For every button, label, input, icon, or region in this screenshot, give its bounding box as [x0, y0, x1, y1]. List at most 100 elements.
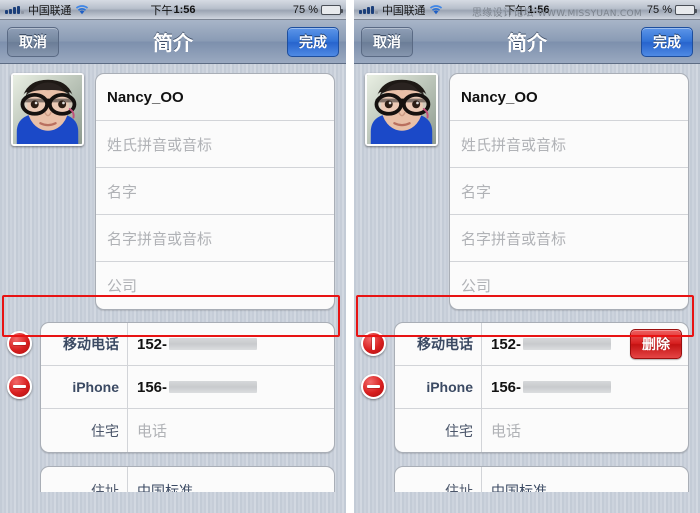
phone-value-home[interactable]: 电话 [128, 420, 334, 441]
field-row-company[interactable]: 公司 [96, 262, 334, 309]
clock-time: 1:56 [173, 3, 196, 16]
phone-number-mobile: 152- [137, 335, 168, 353]
last-name-phonetic-placeholder: 姓氏拼音或音标 [461, 136, 567, 154]
field-row-last-name-phonetic[interactable]: 姓氏拼音或音标 [96, 121, 334, 168]
panel-divider [346, 0, 354, 513]
redaction-bar [169, 338, 258, 350]
battery-percent-label: 75 % [292, 3, 318, 16]
phone-fields-section: 移动电话 152- 删除 iPhone 156- 住宅 电话 住址 中国标准 [354, 322, 700, 492]
delete-confirm-button[interactable]: 删除 [630, 329, 682, 359]
phone-number-iphone: 156- [491, 378, 522, 396]
phone-row-iphone[interactable]: iPhone 156- [395, 366, 688, 409]
address-fields-card: 住址 中国标准 [394, 466, 689, 492]
phone-value-mobile[interactable]: 152- [482, 336, 630, 353]
name-fields-card: Nancy_OO 姓氏拼音或音标 名字 名字拼音或音标 公司 [449, 73, 689, 310]
minus-icon [367, 385, 380, 388]
phone-fields-card: 移动电话 152- 删除 iPhone 156- 住宅 电话 [394, 322, 689, 453]
given-name-placeholder: 名字 [107, 183, 138, 201]
status-bar-right: 75 % [292, 3, 343, 16]
left-phone-screen: 中国联通 下午 1:56 75 % 取消 简介 完成 Nancy_OO 姓氏拼音… [0, 0, 346, 513]
redaction-bar [523, 338, 612, 350]
battery-percent-label: 75 % [646, 3, 672, 16]
phone-label-iphone[interactable]: iPhone [395, 366, 482, 408]
contact-edit-content: Nancy_OO 姓氏拼音或音标 名字 名字拼音或音标 公司 移动电话 152-… [354, 64, 700, 512]
delete-handle-iphone[interactable] [361, 374, 386, 399]
phone-value-home[interactable]: 电话 [482, 420, 688, 441]
status-bar-right: 75 % [646, 3, 697, 16]
contact-photo[interactable] [365, 73, 438, 146]
given-name-placeholder: 名字 [461, 183, 492, 201]
phone-label-home[interactable]: 住宅 [395, 409, 482, 452]
first-name-value: Nancy_OO [461, 88, 538, 106]
phone-label-mobile[interactable]: 移动电话 [41, 323, 128, 365]
field-row-first-name[interactable]: Nancy_OO [96, 74, 334, 121]
wifi-icon [75, 4, 89, 15]
phone-number-iphone: 156- [137, 378, 168, 396]
minus-rotated-icon [372, 337, 375, 350]
phone-fields-section: 移动电话 152- iPhone 156- 住宅 电话 住址 中国标准 [0, 322, 346, 492]
cancel-button[interactable]: 取消 [361, 26, 413, 57]
given-name-phonetic-placeholder: 名字拼音或音标 [107, 230, 213, 248]
signal-bars-icon [359, 5, 378, 14]
last-name-phonetic-placeholder: 姓氏拼音或音标 [107, 136, 213, 154]
field-row-first-name[interactable]: Nancy_OO [450, 74, 688, 121]
signal-bars-icon [5, 5, 24, 14]
field-row-given-name[interactable]: 名字 [450, 168, 688, 215]
carrier-label: 中国联通 [28, 4, 72, 17]
done-button[interactable]: 完成 [287, 26, 339, 57]
phone-value-iphone[interactable]: 156- [482, 379, 688, 396]
address-label[interactable]: 住址 [395, 467, 482, 492]
phone-row-iphone[interactable]: iPhone 156- [41, 366, 334, 409]
contact-header-block: Nancy_OO 姓氏拼音或音标 名字 名字拼音或音标 公司 [354, 73, 700, 310]
cancel-button[interactable]: 取消 [7, 26, 59, 57]
wifi-icon [429, 4, 443, 15]
field-row-given-name[interactable]: 名字 [96, 168, 334, 215]
phone-placeholder-home: 电话 [137, 423, 168, 440]
phone-number-mobile: 152- [491, 335, 522, 353]
navigation-bar: 取消 简介 完成 [0, 20, 346, 64]
phone-label-mobile[interactable]: 移动电话 [395, 323, 482, 365]
phone-value-mobile[interactable]: 152- [128, 336, 334, 353]
carrier-label: 中国联通 [382, 4, 426, 17]
first-name-value: Nancy_OO [107, 88, 184, 106]
field-row-given-name-phonetic[interactable]: 名字拼音或音标 [96, 215, 334, 262]
field-row-given-name-phonetic[interactable]: 名字拼音或音标 [450, 215, 688, 262]
phone-fields-card: 移动电话 152- iPhone 156- 住宅 电话 [40, 322, 335, 453]
phone-label-home[interactable]: 住宅 [41, 409, 128, 452]
phone-value-iphone[interactable]: 156- [128, 379, 334, 396]
name-fields-card: Nancy_OO 姓氏拼音或音标 名字 名字拼音或音标 公司 [95, 73, 335, 310]
address-label[interactable]: 住址 [41, 467, 128, 492]
clock-ampm: 下午 [504, 4, 527, 17]
phone-label-iphone[interactable]: iPhone [41, 366, 128, 408]
navigation-bar: 取消 简介 完成 [354, 20, 700, 64]
status-bar-left: 中国联通 [5, 2, 89, 18]
field-row-company[interactable]: 公司 [450, 262, 688, 309]
redaction-bar [523, 381, 612, 393]
given-name-phonetic-placeholder: 名字拼音或音标 [461, 230, 567, 248]
phone-row-home[interactable]: 住宅 电话 [395, 409, 688, 452]
redaction-bar [169, 381, 258, 393]
clock-time: 1:56 [527, 3, 550, 16]
phone-row-mobile[interactable]: 移动电话 152- [41, 323, 334, 366]
phone-row-home[interactable]: 住宅 电话 [41, 409, 334, 452]
status-bar-left: 中国联通 [359, 2, 443, 18]
status-bar: 中国联通 下午 1:56 75 % [354, 0, 700, 20]
address-value[interactable]: 中国标准 [128, 467, 334, 492]
company-placeholder: 公司 [461, 278, 492, 295]
address-value[interactable]: 中国标准 [482, 467, 688, 492]
minus-icon [13, 342, 26, 345]
done-button[interactable]: 完成 [641, 26, 693, 57]
status-bar: 中国联通 下午 1:56 75 % [0, 0, 346, 20]
delete-handle-mobile[interactable] [7, 331, 32, 356]
field-row-last-name-phonetic[interactable]: 姓氏拼音或音标 [450, 121, 688, 168]
address-fields-card: 住址 中国标准 [40, 466, 335, 492]
company-placeholder: 公司 [107, 278, 138, 295]
phone-row-mobile[interactable]: 移动电话 152- 删除 [395, 323, 688, 366]
contact-photo[interactable] [11, 73, 84, 146]
contact-edit-content: Nancy_OO 姓氏拼音或音标 名字 名字拼音或音标 公司 移动电话 152-… [0, 64, 346, 512]
contact-header-block: Nancy_OO 姓氏拼音或音标 名字 名字拼音或音标 公司 [0, 73, 346, 310]
delete-handle-iphone[interactable] [7, 374, 32, 399]
phone-placeholder-home: 电话 [491, 423, 522, 440]
delete-handle-mobile[interactable] [361, 331, 386, 356]
minus-icon [13, 385, 26, 388]
